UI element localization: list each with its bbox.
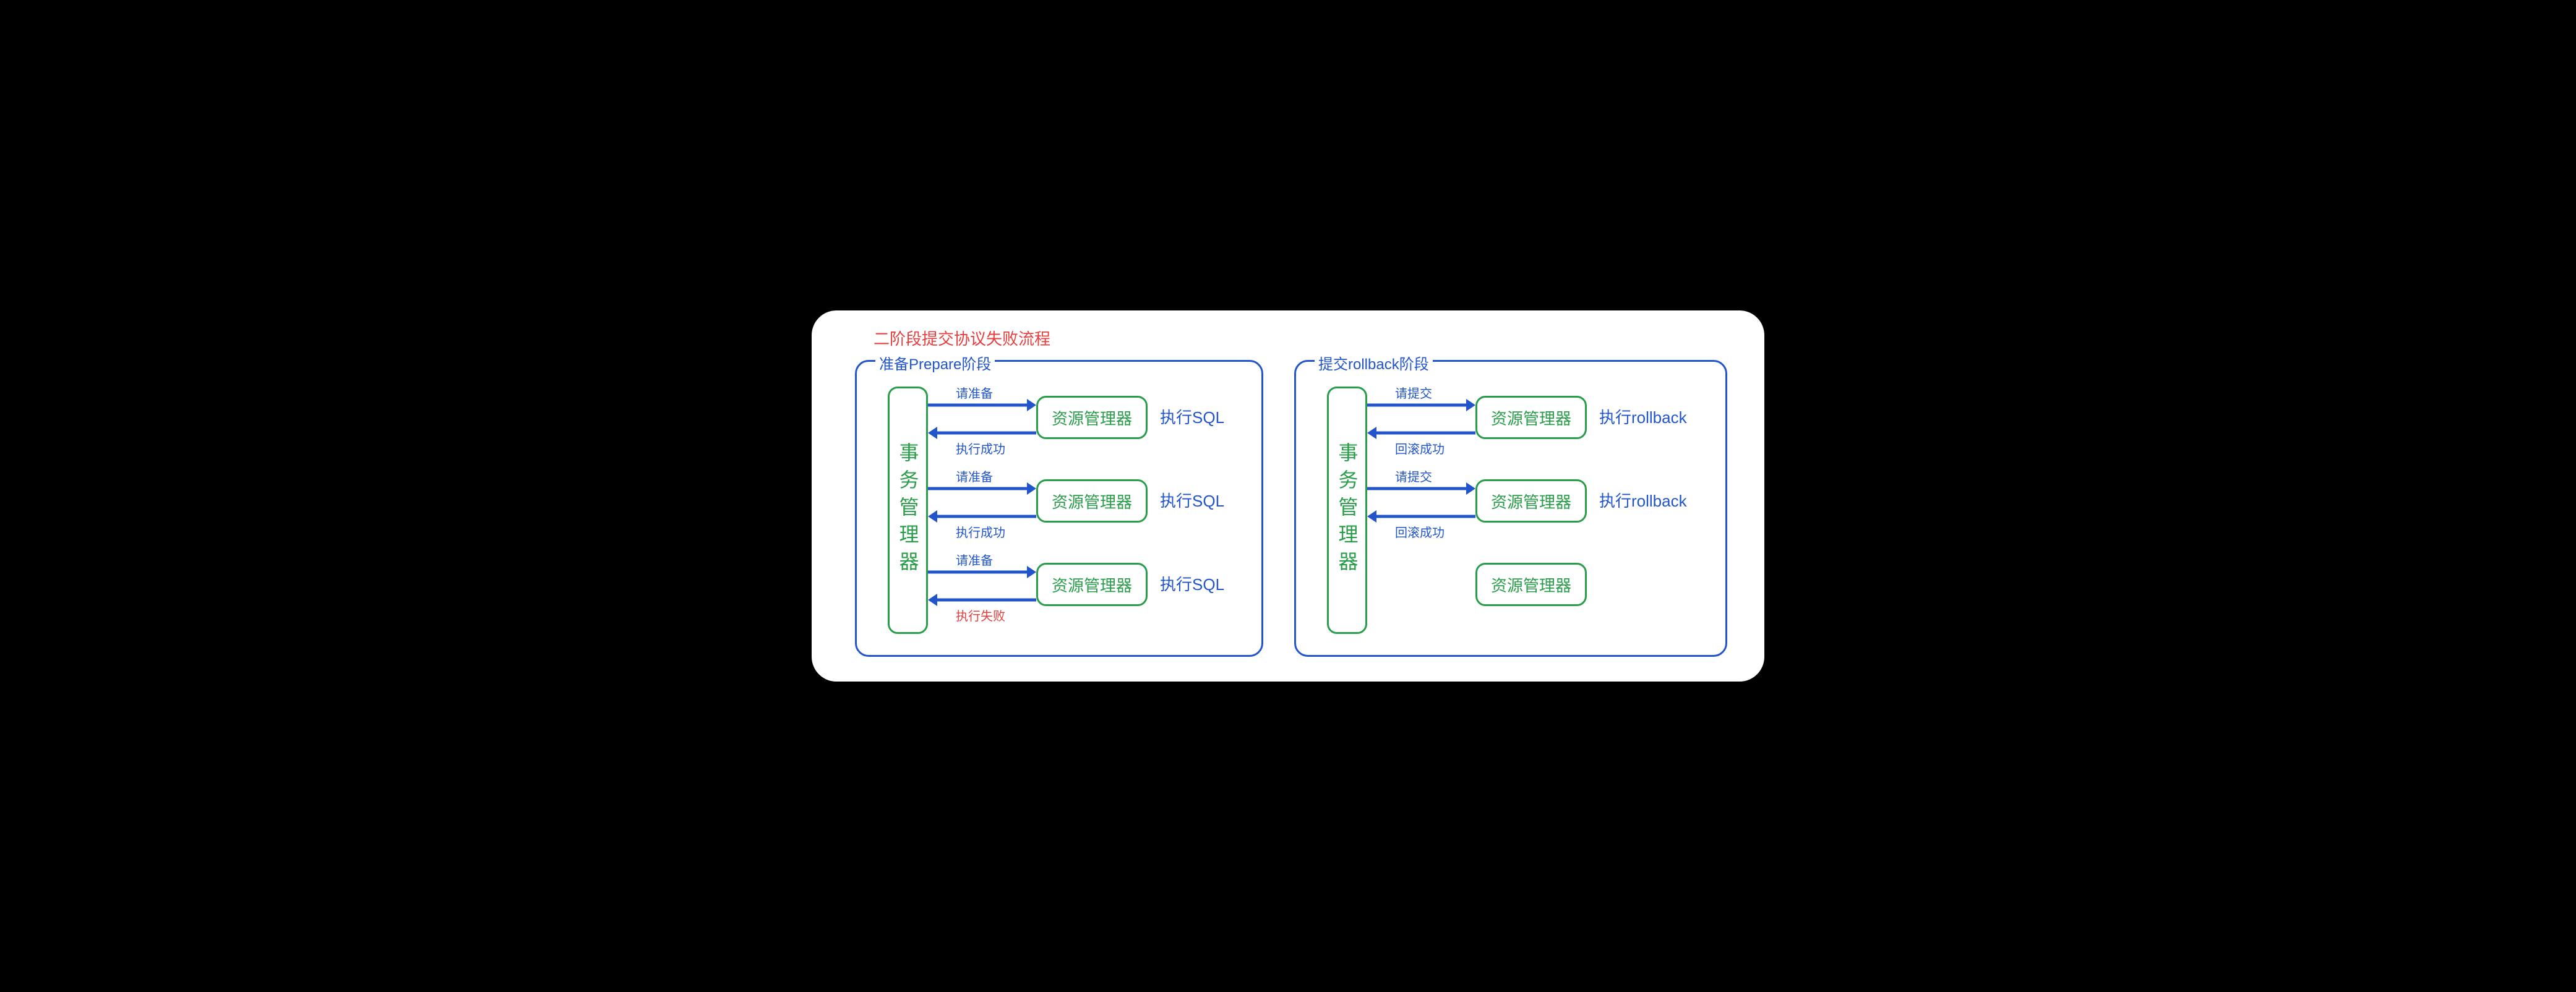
transaction-manager-right: 事务管理器 <box>1327 387 1367 634</box>
arrow-label-commit-2: 请提交 <box>1395 467 1432 485</box>
arrow-label-result-1: 执行成功 <box>956 439 1005 457</box>
diagram-title: 二阶段提交协议失败流程 <box>874 327 1050 349</box>
phase-rollback: 提交rollback阶段 事务管理器 资源管理器 执行rollback 请提交 … <box>1294 360 1727 657</box>
phase-prepare-label: 准备Prepare阶段 <box>875 352 995 374</box>
transaction-manager-left-label: 事务管理器 <box>894 442 922 578</box>
arrow-left-icon <box>1367 427 1475 439</box>
arrow-label-rollback-2: 回滚成功 <box>1395 523 1445 541</box>
resource-manager-right-1: 资源管理器 <box>1475 396 1587 439</box>
arrow-label-rollback-1: 回滚成功 <box>1395 439 1445 457</box>
resource-manager-left-3: 资源管理器 <box>1036 563 1148 606</box>
side-label-left-1: 执行SQL <box>1160 405 1224 428</box>
arrow-label-prepare-2: 请准备 <box>956 467 993 485</box>
arrow-left-icon <box>1367 510 1475 523</box>
arrow-label-prepare-3: 请准备 <box>956 550 993 568</box>
arrow-left-icon <box>928 510 1036 523</box>
side-label-left-3: 执行SQL <box>1160 572 1224 595</box>
diagram-canvas: 二阶段提交协议失败流程 准备Prepare阶段 事务管理器 资源管理器 执行SQ… <box>812 310 1764 682</box>
arrow-label-commit-1: 请提交 <box>1395 383 1432 401</box>
resource-manager-right-3: 资源管理器 <box>1475 563 1587 606</box>
side-label-left-2: 执行SQL <box>1160 489 1224 511</box>
transaction-manager-left: 事务管理器 <box>888 387 928 634</box>
resource-manager-left-2: 资源管理器 <box>1036 479 1148 523</box>
arrow-label-result-2: 执行成功 <box>956 523 1005 541</box>
arrow-left-icon <box>928 594 1036 606</box>
transaction-manager-right-label: 事务管理器 <box>1333 442 1362 578</box>
arrow-label-prepare-1: 请准备 <box>956 383 993 401</box>
side-label-right-1: 执行rollback <box>1599 405 1687 428</box>
side-label-right-2: 执行rollback <box>1599 489 1687 511</box>
resource-manager-right-2: 资源管理器 <box>1475 479 1587 523</box>
arrow-label-result-3: 执行失败 <box>956 606 1005 624</box>
arrow-left-icon <box>928 427 1036 439</box>
phase-prepare: 准备Prepare阶段 事务管理器 资源管理器 执行SQL 请准备 执行成功 资… <box>855 360 1263 657</box>
phase-rollback-label: 提交rollback阶段 <box>1315 352 1433 374</box>
resource-manager-left-1: 资源管理器 <box>1036 396 1148 439</box>
